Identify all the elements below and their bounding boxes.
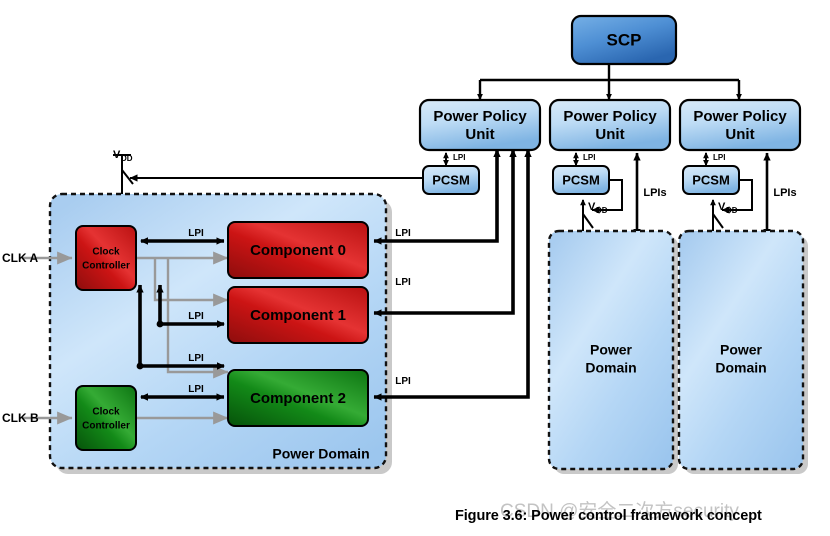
internal-lpi-label-3: LPI <box>188 384 204 395</box>
ppu-pcsm-lpi-arrows <box>443 152 709 167</box>
component-0: Component 0 <box>227 221 369 279</box>
vdd-middle-main: V <box>588 201 596 213</box>
clk-b-label: CLK B <box>2 411 39 425</box>
internal-lpi-label-1: LPI <box>188 311 204 322</box>
component-0-label: Component 0 <box>250 242 346 259</box>
ppu-lpi-label-1: LPI <box>583 153 595 162</box>
ppu-3-line2: Unit <box>725 126 754 143</box>
clock-controller-a-line2: Controller <box>82 261 130 272</box>
right-domain-1-line1: Power <box>590 342 633 358</box>
pcsm-1-label: PCSM <box>432 172 470 187</box>
component-1-label: Component 1 <box>250 307 346 324</box>
scp-fanout-lines <box>477 64 742 101</box>
scp-label: SCP <box>607 30 642 49</box>
right-domain-2-line2: Domain <box>715 360 766 376</box>
right-domain-2-line1: Power <box>720 342 763 358</box>
vdd-label-left: V DD <box>113 149 133 163</box>
clock-controller-a-line1: Clock <box>92 247 120 258</box>
clock-controller-b-line1: Clock <box>92 407 120 418</box>
component-2: Component 2 <box>227 369 369 427</box>
left-power-domain-label: Power Domain <box>272 446 369 462</box>
vdd-label-middle: V DD <box>588 201 608 215</box>
power-policy-unit-2: Power Policy Unit <box>548 98 672 152</box>
power-policy-unit-1: Power Policy Unit <box>418 98 542 152</box>
scp-block: SCP <box>570 14 678 66</box>
vdd-left-sub: DD <box>121 154 133 163</box>
pcsm-block-2: PCSM <box>552 165 610 195</box>
pcsm-3-label: PCSM <box>692 172 730 187</box>
lpis-label-1: LPIs <box>773 187 796 199</box>
vdd-right-main: V <box>718 201 726 213</box>
ppu-2-line1: Power Policy <box>563 108 657 125</box>
external-lpi-label-0: LPI <box>395 228 411 239</box>
vdd-right-sub: DD <box>726 206 738 215</box>
component-1: Component 1 <box>227 286 369 344</box>
right-domain-1-line2: Domain <box>585 360 636 376</box>
figure-caption: Figure 3.6: Power control framework conc… <box>455 508 762 524</box>
vdd-label-right: V DD <box>718 201 738 215</box>
pcsm-block-3: PCSM <box>682 165 740 195</box>
ppu-lpi-label-0: LPI <box>453 153 465 162</box>
figure-canvas: Clock Controller Clock Controller Compon… <box>0 0 830 536</box>
pcsm-block-1: PCSM <box>422 165 480 195</box>
ppu-lpi-label-2: LPI <box>713 153 725 162</box>
external-lpi-label-1: LPI <box>395 277 411 288</box>
ppu-3-line1: Power Policy <box>693 108 787 125</box>
internal-lpi-label-2: LPI <box>188 353 204 364</box>
pcsm-2-label: PCSM <box>562 172 600 187</box>
lpis-label-0: LPIs <box>643 187 666 199</box>
internal-lpi-label-0: LPI <box>188 228 204 239</box>
clock-controller-b-line2: Controller <box>82 421 130 432</box>
clk-a-label: CLK A <box>2 251 39 265</box>
external-lpi-label-2: LPI <box>395 376 411 387</box>
right-power-domain-2: Power Domain <box>677 229 805 471</box>
ppu-1-line1: Power Policy <box>433 108 527 125</box>
power-control-framework-diagram: Clock Controller Clock Controller Compon… <box>2 14 808 474</box>
vdd-middle-sub: DD <box>596 206 608 215</box>
clock-controller-b: Clock Controller <box>75 385 137 451</box>
power-policy-unit-3: Power Policy Unit <box>678 98 802 152</box>
component-2-label: Component 2 <box>250 390 346 407</box>
vdd-left-main: V <box>113 149 121 161</box>
ppu-2-line2: Unit <box>595 126 624 143</box>
right-power-domain-1: Power Domain <box>547 229 675 471</box>
clock-controller-a: Clock Controller <box>75 225 137 291</box>
ppu-1-line2: Unit <box>465 126 494 143</box>
